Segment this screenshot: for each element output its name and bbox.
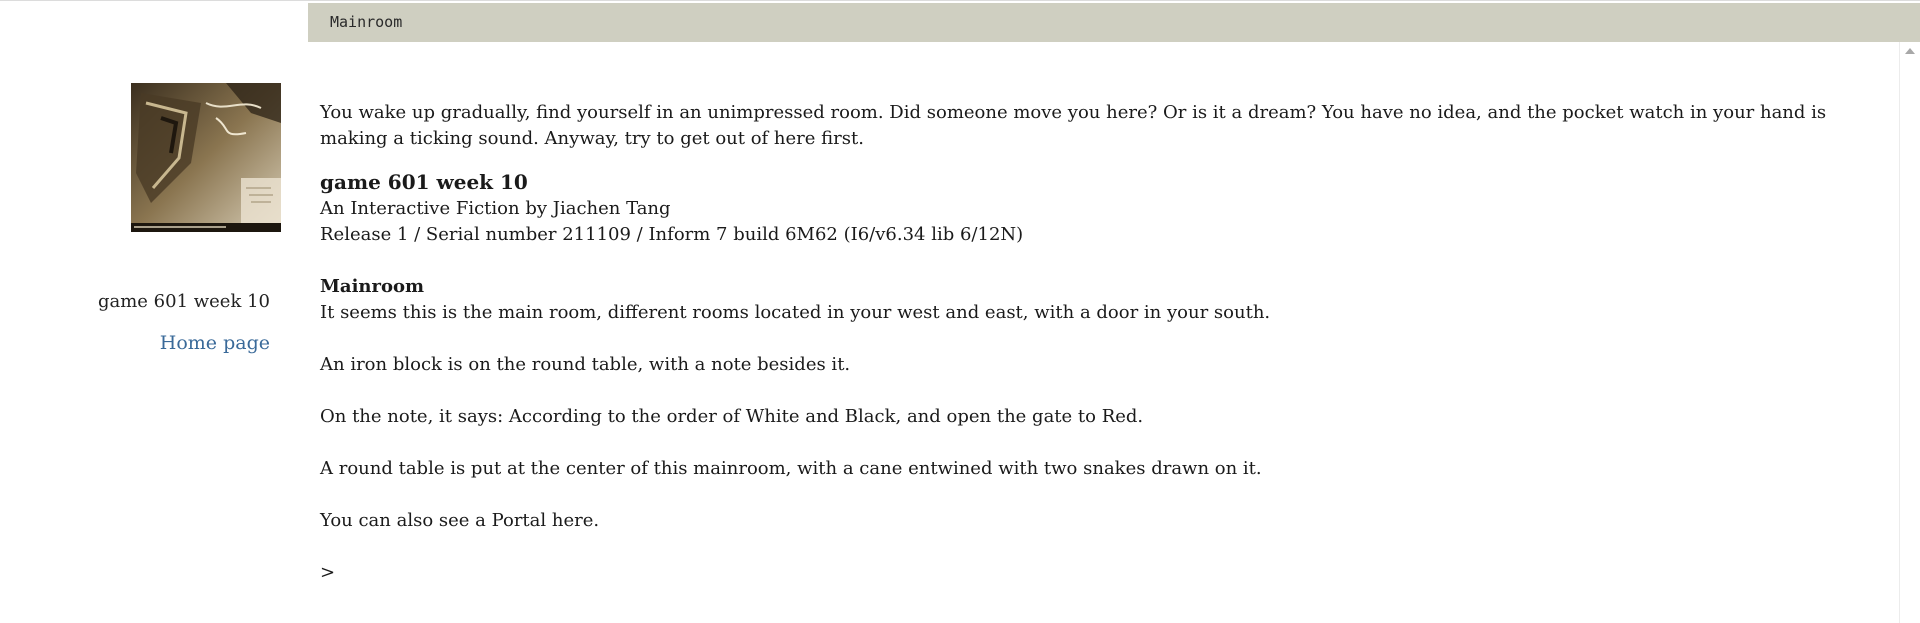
story-paragraph: A round table is put at the center of th… [320,458,1262,479]
status-bar: Mainroom [308,3,1920,42]
status-location: Mainroom [330,13,403,31]
cover-art [131,83,281,232]
room-description: It seems this is the main room, differen… [320,302,1271,323]
story-paragraph: An iron block is on the round table, wit… [320,354,851,375]
room-heading: Mainroom [320,276,425,297]
scrollbar[interactable] [1899,42,1920,623]
story-paragraph: You can also see a Portal here. [320,510,600,531]
sidebar-game-title: game 601 week 10 [97,291,270,312]
story-transcript: You wake up gradually, find yourself in … [320,100,1840,586]
story-byline: An Interactive Fiction by Jiachen Tang [320,198,671,219]
home-page-link[interactable]: Home page [0,332,270,354]
story-title: game 601 week 10 [320,170,528,194]
story-intro: You wake up gradually, find yourself in … [320,102,1827,149]
story-paragraph: On the note, it says: According to the o… [320,406,1144,427]
story-release-info: Release 1 / Serial number 211109 / Infor… [320,224,1024,245]
command-input-line[interactable]: > [320,560,1840,586]
scroll-up-arrow-icon[interactable] [1905,48,1915,54]
command-prompt: > [320,562,336,583]
window-top-border [0,0,1920,1]
